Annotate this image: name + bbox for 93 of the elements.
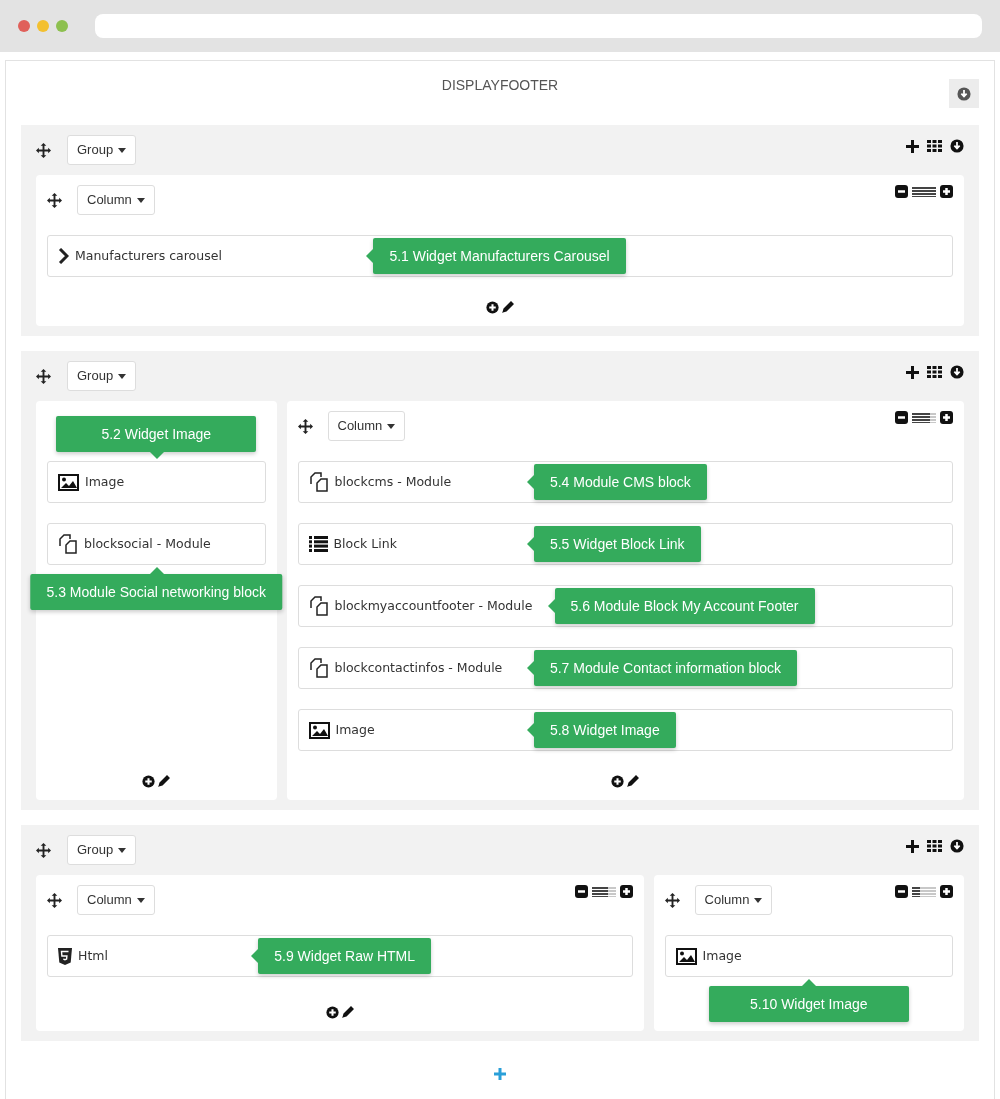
tooltip: 5.4 Module CMS block [533, 464, 707, 500]
add-circle-icon[interactable] [611, 775, 625, 788]
hook-title: DISPLAYFOOTER [441, 76, 559, 93]
widget-item[interactable]: blockcontactinfos - Module 5.7 Module Contact information block [297, 647, 953, 689]
plus-icon[interactable] [906, 365, 919, 379]
pencil-icon[interactable] [627, 775, 640, 787]
minus-square-icon[interactable] [895, 411, 908, 424]
caret-icon [754, 897, 763, 903]
caret-icon [136, 197, 145, 203]
caret-icon [387, 423, 396, 429]
group-dropdown[interactable]: Group [67, 361, 137, 391]
collapse-button[interactable] [949, 79, 979, 108]
copy-icon [308, 472, 329, 492]
widget-item[interactable]: blockcms - Module 5.4 Module CMS block [297, 461, 953, 503]
tooltip: 5.8 Widget Image [533, 712, 676, 748]
group-dropdown[interactable]: Group [67, 135, 137, 165]
grid-icon[interactable] [927, 140, 942, 152]
widget-label: blockcms - Module [334, 472, 452, 491]
move-icon[interactable] [47, 192, 62, 208]
minus-square-icon[interactable] [895, 885, 908, 898]
html5-icon [58, 947, 72, 965]
caret-icon [136, 897, 145, 903]
widget-label: Image [702, 946, 742, 965]
list-icon [308, 536, 328, 552]
maximize-dot[interactable] [56, 20, 68, 32]
move-icon[interactable] [664, 892, 680, 908]
copy-icon [308, 596, 329, 616]
collapse-icon [957, 86, 971, 101]
widget-item[interactable]: Manufacturers carousel 5.1 Widget Manufacturers Carousel [47, 235, 953, 277]
tooltip: 5.2 Widget Image [56, 416, 257, 452]
widget-label: Html [78, 946, 108, 965]
caret-icon [118, 147, 127, 153]
widget-label: blockmyaccountfooter - Module [334, 596, 533, 615]
column-width-meter[interactable] [912, 412, 936, 423]
image-icon [308, 721, 330, 739]
plus-icon[interactable] [906, 139, 919, 153]
tooltip: 5.3 Module Social networking block [30, 574, 282, 610]
collapse-icon[interactable] [950, 365, 964, 379]
plus-square-icon[interactable] [940, 885, 953, 898]
chevron-right-icon [58, 248, 69, 264]
tooltip: 5.10 Widget Image [708, 986, 909, 1022]
column-width-meter[interactable] [591, 886, 616, 897]
add-circle-icon[interactable] [142, 775, 156, 788]
grid-icon[interactable] [927, 366, 942, 378]
move-icon[interactable] [47, 892, 62, 908]
move-icon[interactable] [36, 842, 51, 858]
grid-icon[interactable] [927, 840, 942, 852]
plus-square-icon[interactable] [940, 185, 953, 198]
move-icon[interactable] [36, 368, 51, 384]
column-dropdown[interactable]: Column [327, 411, 406, 441]
pencil-icon[interactable] [502, 301, 514, 313]
image-icon [58, 473, 79, 491]
minus-square-icon[interactable] [895, 185, 908, 198]
copy-icon [308, 658, 329, 678]
tooltip: 5.1 Widget Manufacturers Carousel [373, 238, 626, 274]
widget-label: Manufacturers carousel [75, 246, 222, 265]
group-dropdown[interactable]: Group [67, 835, 137, 865]
close-dot[interactable] [18, 20, 30, 32]
tooltip: 5.5 Widget Block Link [533, 526, 701, 562]
move-icon[interactable] [297, 418, 313, 434]
caret-icon [118, 847, 127, 853]
column-width-meter[interactable] [912, 186, 936, 197]
column-dropdown[interactable]: Column [694, 885, 773, 915]
widget-label: Image [335, 720, 375, 739]
widget-item[interactable]: Html 5.9 Widget Raw HTML [47, 935, 633, 977]
widget-label: blocksocial - Module [84, 534, 211, 553]
collapse-icon[interactable] [950, 839, 964, 853]
tooltip: 5.6 Module Block My Account Footer [554, 588, 815, 624]
widget-label: Block Link [333, 534, 397, 553]
minus-square-icon[interactable] [574, 885, 588, 898]
copy-icon [58, 534, 78, 554]
widget-item[interactable]: Image 5.8 Widget Image [297, 709, 953, 751]
column-dropdown[interactable]: Column [77, 185, 155, 215]
tooltip: 5.9 Widget Raw HTML [258, 938, 432, 974]
collapse-icon[interactable] [950, 139, 964, 153]
plus-square-icon[interactable] [619, 885, 633, 898]
plus-icon[interactable] [906, 839, 919, 853]
widget-item[interactable]: blockmyaccountfooter - Module 5.6 Module Block My Account Footer [297, 585, 953, 627]
add-circle-icon[interactable] [325, 1006, 339, 1019]
add-circle-icon[interactable] [486, 301, 499, 314]
plus-square-icon[interactable] [940, 411, 953, 424]
widget-label: Image [85, 472, 125, 491]
column-dropdown[interactable]: Column [77, 885, 155, 915]
pencil-icon[interactable] [158, 775, 171, 787]
minimize-dot[interactable] [37, 20, 49, 32]
image-icon [675, 947, 697, 965]
tooltip: 5.7 Module Contact information block [533, 650, 798, 686]
move-icon[interactable] [36, 142, 51, 158]
column-width-meter[interactable] [912, 886, 936, 897]
caret-icon [118, 373, 127, 379]
widget-label: blockcontactinfos - Module [334, 658, 503, 677]
pencil-icon[interactable] [341, 1006, 354, 1018]
widget-item[interactable]: Block Link 5.5 Widget Block Link [297, 523, 953, 565]
